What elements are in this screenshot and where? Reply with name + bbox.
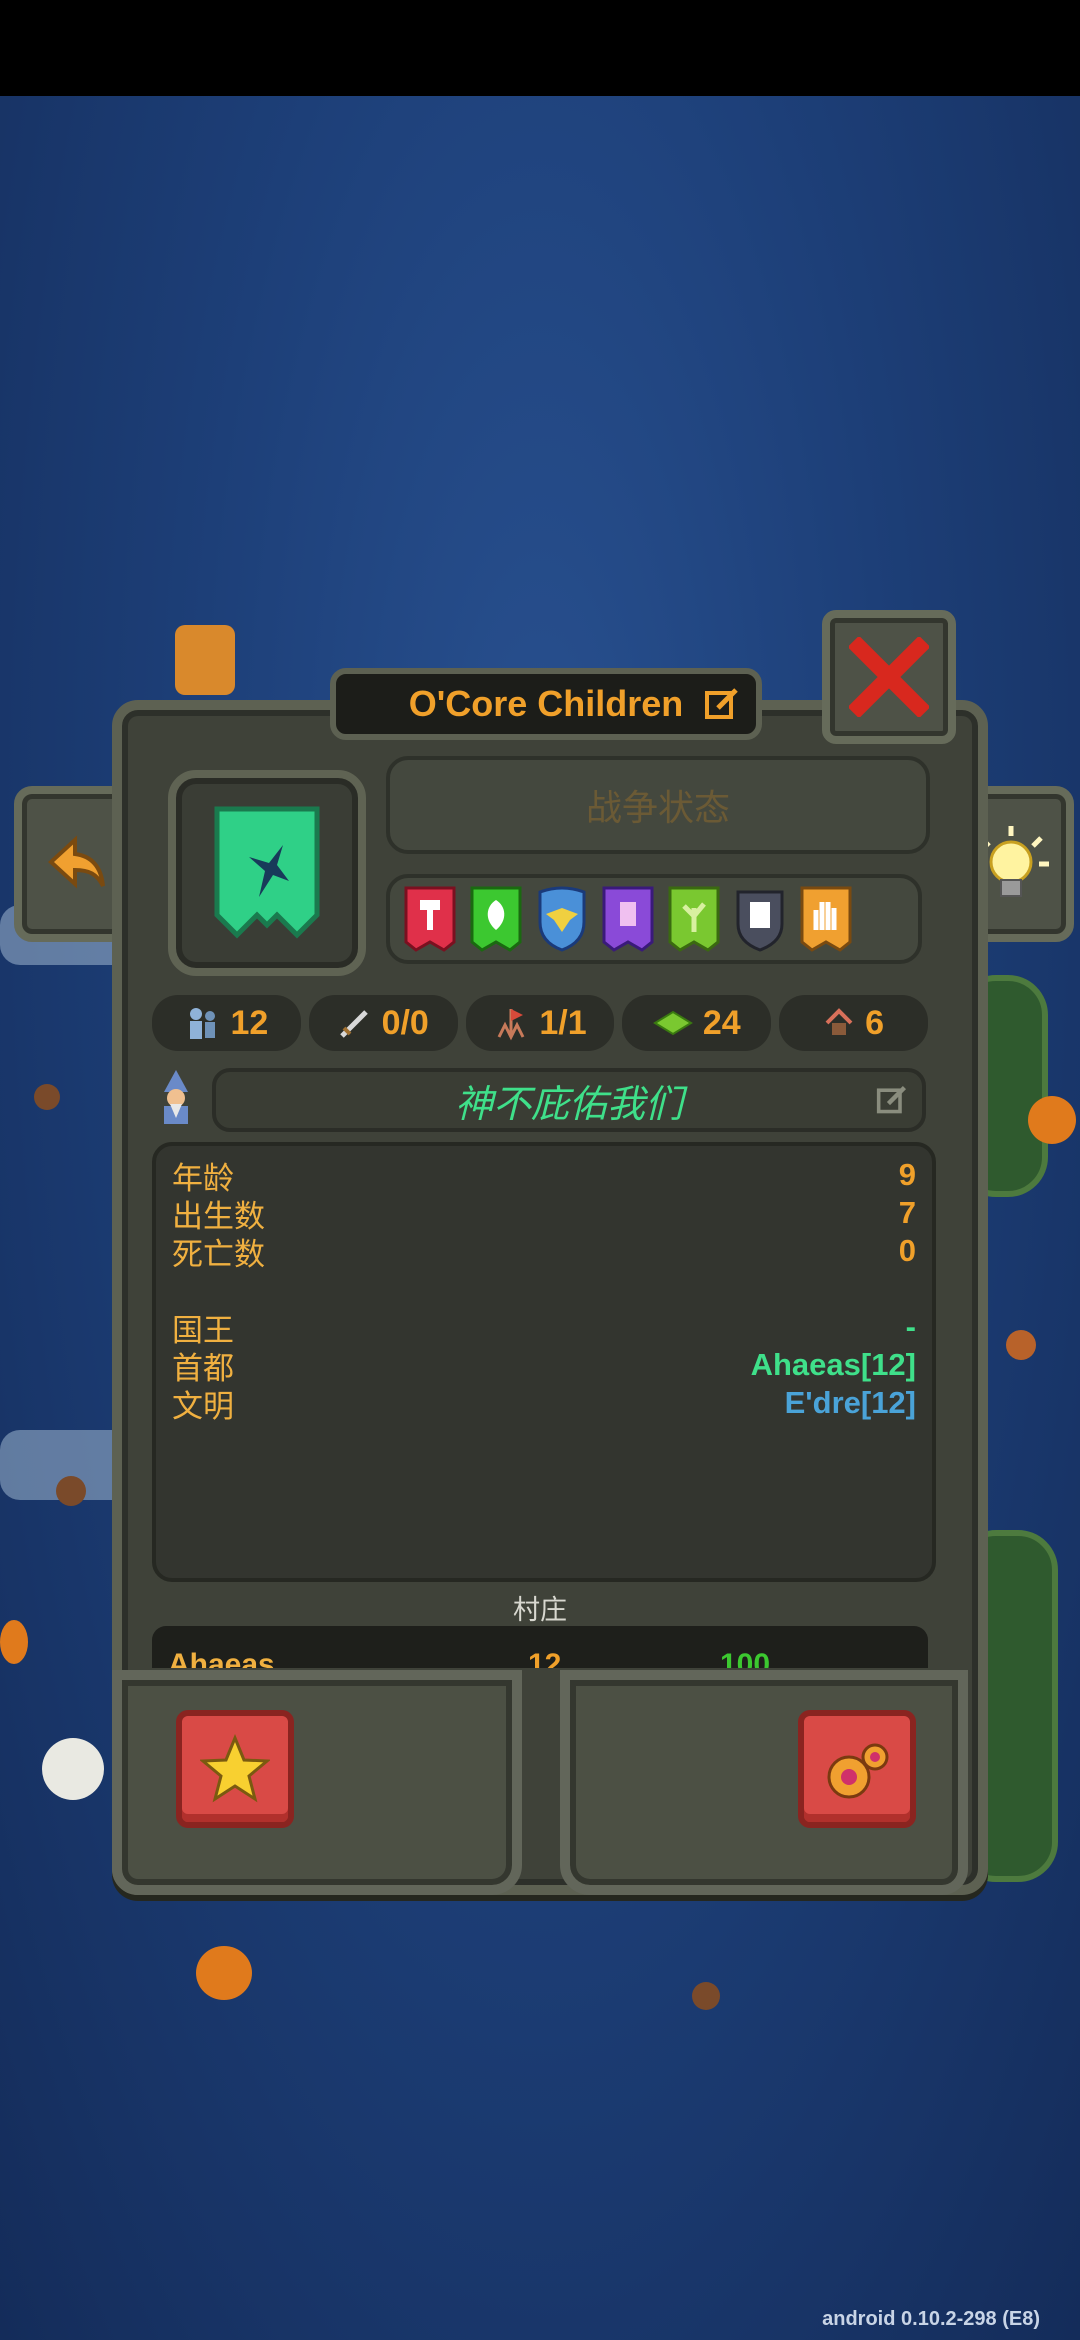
motto-row: 神不庇佑我们 [148,1068,926,1132]
demon-creature-icon [1028,1096,1076,1144]
info-label: 死亡数 [172,1236,265,1272]
population-stat[interactable]: 12 [152,995,301,1051]
army-banner-icon [498,1009,525,1041]
territory-stat[interactable]: 24 [622,995,772,1051]
orange-hand-banner-icon[interactable] [798,884,854,954]
rock-creature-icon [34,1084,60,1110]
stats-row: 12 0/0 1/1 24 6 [152,995,928,1051]
info-row-deaths: 死亡数 0 [172,1232,916,1272]
bottom-left-panel [112,1670,522,1895]
village-value: 100 [720,1648,771,1668]
traits-row [386,874,922,964]
close-icon [849,637,929,717]
motto-field[interactable]: 神不庇佑我们 [212,1068,926,1132]
info-row-births: 出生数 7 [172,1194,916,1234]
info-row-age: 年龄 9 [172,1156,916,1196]
capital-link[interactable]: Ahaeas[12] [751,1347,916,1383]
rock-creature-icon [1006,1330,1036,1360]
territory-value: 24 [702,1003,741,1042]
kingdom-banner[interactable] [168,770,366,976]
bird-banner-icon [214,806,320,939]
version-label: android 0.10.2-298 (E8) [822,2308,1040,2330]
motto-text: 神不庇佑我们 [454,1083,683,1126]
warriors-value: 0/0 [381,1003,429,1042]
favorite-button[interactable] [176,1710,294,1828]
info-box: 年龄 9 出生数 7 死亡数 0 国王 - 首都 Ahaeas[12] 文明 E… [152,1142,936,1582]
info-value: 0 [898,1233,916,1268]
sword-icon [339,1010,368,1038]
fire-creature-icon [827,1743,889,1799]
cat-creature-icon [175,625,235,695]
war-status-box[interactable]: 战争状态 [386,756,930,854]
edit-motto-icon[interactable] [876,1084,908,1116]
purple-tower-banner-icon[interactable] [600,884,656,954]
village-name: Ahaeas [168,1648,275,1668]
title-bar: O'Core Children [330,668,762,740]
rock-creature-icon [692,1982,720,2010]
war-status-label: 战争状态 [585,787,730,828]
village-list-item[interactable]: Ahaeas 12 100 [152,1626,928,1668]
land-tile-icon [652,1010,693,1036]
info-value: 9 [898,1157,916,1192]
green-sprout-banner-icon[interactable] [666,884,722,954]
status-bar [0,0,1080,96]
info-label: 文明 [172,1388,234,1424]
edit-name-icon[interactable] [704,686,740,722]
villages-section-label: 村庄 [513,1595,567,1625]
buildings-value: 6 [865,1003,885,1042]
demon-creature-icon [0,1620,28,1664]
rock-creature-icon [56,1476,86,1506]
info-row-king: 国王 - [172,1308,916,1348]
population-value: 12 [230,1003,269,1042]
red-hammer-banner-icon[interactable] [402,884,458,954]
info-value: - [905,1309,916,1344]
population-icon [190,1008,216,1039]
blue-shield-eagle-icon[interactable] [534,884,590,954]
gray-castle-shield-icon[interactable] [732,884,788,954]
sheep-creature-icon [42,1738,104,1800]
warriors-stat[interactable]: 0/0 [308,995,458,1051]
kingdom-power-button[interactable] [798,1710,916,1828]
info-row-capital: 首都 Ahaeas[12] [172,1346,916,1386]
demon-creature-icon [196,1946,252,2000]
info-value: 7 [898,1195,916,1230]
close-button[interactable] [822,610,956,744]
wizard-avatar-icon[interactable] [148,1068,204,1126]
back-arrow-icon [48,835,105,889]
house-icon [825,1008,853,1035]
info-row-culture: 文明 E'dre[12] [172,1384,916,1424]
green-leaf-banner-icon[interactable] [468,884,524,954]
kingdom-name: O'Core Children [408,683,684,724]
army-value: 1/1 [539,1003,587,1042]
army-stat[interactable]: 1/1 [465,995,615,1051]
buildings-stat[interactable]: 6 [779,995,928,1051]
star-icon [200,1734,270,1803]
village-population: 12 [528,1648,562,1668]
culture-link[interactable]: E'dre[12] [785,1385,916,1421]
